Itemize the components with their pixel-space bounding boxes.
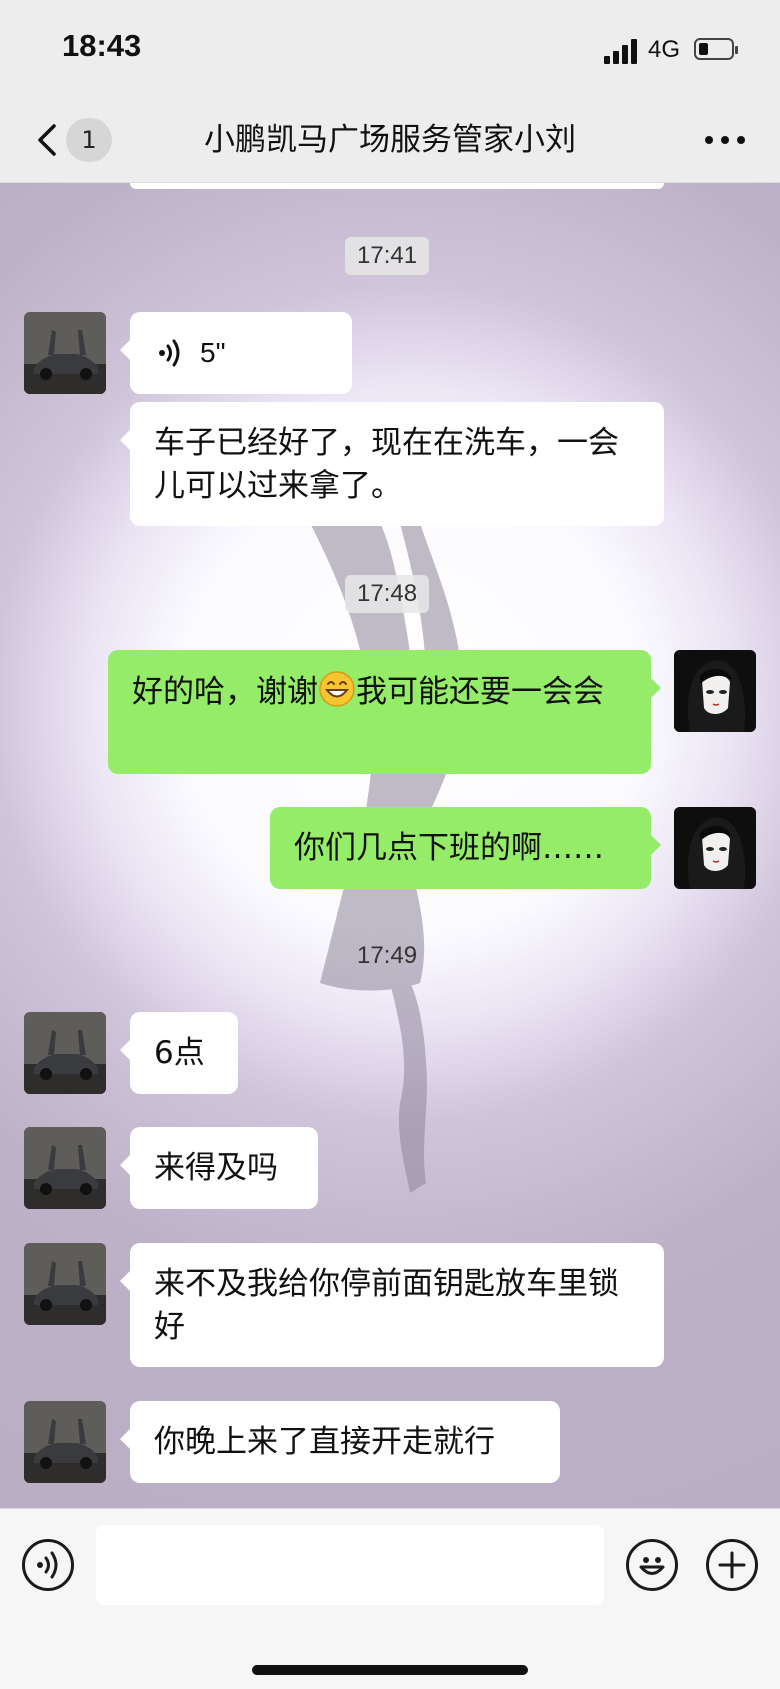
message-text: 你晚上来了直接开走就行 (154, 1424, 495, 1460)
incoming-message[interactable]: 6点 (120, 1012, 238, 1094)
contact-avatar[interactable] (24, 312, 106, 394)
car-photo-icon (24, 1401, 106, 1483)
contact-avatar[interactable] (24, 1012, 106, 1094)
my-avatar[interactable] (674, 807, 756, 889)
message-text: 来得及吗 (154, 1150, 278, 1186)
input-bar (0, 1508, 780, 1689)
grin-emoji-icon (319, 671, 355, 707)
previous-message-bubble (130, 183, 664, 189)
voice-message-bubble[interactable]: 5" (120, 312, 352, 394)
message-list[interactable]: 17:41 5" 车子已经好了，现在在洗车，一会儿可以过来拿了。 17:48 好… (0, 183, 780, 1508)
outgoing-message[interactable]: 你们几点下班的啊…… (270, 807, 661, 889)
car-photo-icon (24, 1127, 106, 1209)
message-text: 来不及我给你停前面钥匙放车里锁好 (154, 1266, 619, 1345)
more-functions-button[interactable] (706, 1539, 758, 1591)
chat-title: 小鹏凯马广场服务管家小刘 (204, 122, 576, 158)
outgoing-message[interactable]: 好的哈，谢谢 我可能还要一会会 (108, 650, 661, 774)
cellular-signal-icon (604, 38, 640, 64)
contact-avatar[interactable] (24, 1243, 106, 1325)
timestamp: 17:41 (345, 237, 430, 275)
car-photo-icon (24, 312, 106, 394)
home-indicator[interactable] (252, 1665, 528, 1675)
incoming-message[interactable]: 来不及我给你停前面钥匙放车里锁好 (120, 1243, 664, 1367)
contact-avatar[interactable] (24, 1127, 106, 1209)
my-avatar[interactable] (674, 650, 756, 732)
contact-avatar[interactable] (24, 1401, 106, 1483)
network-type: 4G (648, 36, 681, 63)
user-portrait-icon (674, 807, 756, 889)
message-text: 车子已经好了，现在在洗车，一会儿可以过来拿了。 (154, 425, 619, 504)
message-input[interactable] (96, 1525, 604, 1605)
chat-header: 1 小鹏凯马广场服务管家小刘 (0, 100, 780, 183)
voice-input-button[interactable] (22, 1539, 74, 1591)
emoji-button[interactable] (626, 1539, 678, 1591)
timestamp: 17:48 (345, 575, 430, 613)
car-photo-icon (24, 1243, 106, 1325)
message-text: 6点 (154, 1035, 205, 1071)
plus-icon (718, 1551, 746, 1579)
smiley-icon (639, 1557, 665, 1575)
status-bar: 18:43 4G (0, 0, 780, 100)
message-text: 你们几点下班的啊…… (294, 830, 604, 866)
incoming-message[interactable]: 你晚上来了直接开走就行 (120, 1401, 560, 1483)
voice-wave-icon (37, 1551, 58, 1579)
incoming-message[interactable]: 车子已经好了，现在在洗车，一会儿可以过来拿了。 (120, 402, 664, 526)
message-text-part: 我可能还要一会会 (356, 674, 604, 710)
timestamp: 17:49 (357, 942, 418, 969)
message-text-part: 好的哈，谢谢 (132, 674, 318, 710)
status-time: 18:43 (62, 28, 142, 63)
incoming-message[interactable]: 来得及吗 (120, 1127, 318, 1209)
battery-icon (694, 38, 738, 60)
car-photo-icon (24, 1012, 106, 1094)
user-portrait-icon (674, 650, 756, 732)
voice-duration: 5" (200, 337, 226, 368)
voice-wave-icon (159, 339, 180, 366)
more-options-icon[interactable] (700, 118, 750, 162)
